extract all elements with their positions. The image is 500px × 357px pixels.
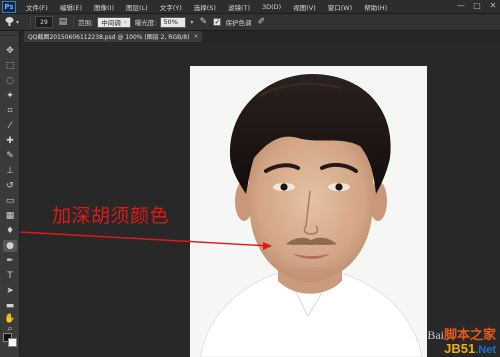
toolbox: ✥ ⬚ ◌ ✦ ⌗ ⁄ ✚ ✎ ⊥ ↺ ▭ ▦ ♦ ● ✒ T ➤ ▬ ✋ ⌕ bbox=[0, 31, 20, 357]
portrait-image bbox=[190, 66, 427, 357]
menu-window[interactable]: 窗口(W) bbox=[322, 2, 359, 12]
range-value: 中间调 bbox=[101, 19, 121, 27]
brush-size-picker[interactable]: 29 bbox=[35, 16, 53, 28]
site-tld: .Net bbox=[475, 344, 496, 356]
protect-tones-label: 保护色调 bbox=[225, 19, 252, 27]
blur-tool-icon[interactable]: ♦ bbox=[3, 225, 17, 237]
baidu-watermark: Bai bbox=[427, 328, 444, 342]
menu-3d[interactable]: 3D(D) bbox=[256, 3, 287, 11]
burn-tool-icon[interactable]: ● bbox=[3, 240, 17, 252]
chevron-down-icon[interactable]: ▾ bbox=[190, 19, 193, 26]
close-icon[interactable]: × bbox=[193, 33, 198, 40]
divider bbox=[30, 16, 31, 28]
menu-image[interactable]: 图像(I) bbox=[88, 2, 120, 12]
shape-tool-icon[interactable]: ▬ bbox=[3, 300, 17, 312]
site-watermark: Bai脚本之家 JB51.Net bbox=[427, 329, 496, 356]
annotation-label: 加深胡须颜色 bbox=[52, 205, 170, 227]
menu-filter[interactable]: 滤镜(T) bbox=[222, 2, 256, 12]
window-controls: — □ ✕ bbox=[456, 1, 498, 11]
protect-tones-checkbox[interactable]: ✓ bbox=[213, 18, 222, 26]
maximize-button[interactable]: □ bbox=[472, 1, 482, 11]
menu-edit[interactable]: 编辑(E) bbox=[54, 2, 88, 12]
menu-view[interactable]: 视图(V) bbox=[287, 2, 322, 12]
path-select-tool-icon[interactable]: ➤ bbox=[3, 285, 17, 297]
canvas-area[interactable] bbox=[20, 42, 500, 357]
brush-tool-icon[interactable]: ✎ bbox=[3, 150, 17, 162]
history-brush-tool-icon[interactable]: ↺ bbox=[3, 180, 17, 192]
tool-preset-picker[interactable]: ▾ bbox=[4, 16, 26, 28]
crop-tool-icon[interactable]: ⌗ bbox=[3, 105, 17, 117]
move-tool-icon[interactable]: ✥ bbox=[3, 45, 17, 57]
menu-file[interactable]: 文件(F) bbox=[20, 2, 54, 12]
menu-select[interactable]: 选择(S) bbox=[188, 2, 222, 12]
divider bbox=[73, 16, 74, 28]
document-tab-bar: QQ截图20150606112238.psd @ 100% (图层 2, RGB… bbox=[20, 31, 500, 42]
toolbox-grip[interactable] bbox=[0, 31, 19, 36]
eyedropper-tool-icon[interactable]: ⁄ bbox=[3, 120, 17, 132]
airbrush-icon[interactable]: ✎ bbox=[197, 16, 209, 28]
menu-type[interactable]: 文字(Y) bbox=[154, 2, 188, 12]
chevron-down-icon: ▾ bbox=[16, 18, 20, 26]
range-select[interactable]: 中间调 ▾ bbox=[97, 16, 131, 28]
site-domain: JB51 bbox=[444, 341, 476, 356]
healing-brush-tool-icon[interactable]: ✚ bbox=[3, 135, 17, 147]
exposure-input[interactable]: 50% bbox=[160, 16, 187, 28]
menu-bar: Ps 文件(F) 编辑(E) 图像(I) 图层(L) 文字(Y) 选择(S) 滤… bbox=[0, 0, 500, 14]
options-bar: ▾ 29 ▤ 范围: 中间调 ▾ 曝光度: 50% ▾ ✎ ✓ 保护色调 ✐ bbox=[0, 14, 500, 31]
eraser-tool-icon[interactable]: ▭ bbox=[3, 195, 17, 207]
menu-help[interactable]: 帮助(H) bbox=[358, 2, 393, 12]
clone-stamp-tool-icon[interactable]: ⊥ bbox=[3, 165, 17, 177]
quick-select-tool-icon[interactable]: ✦ bbox=[3, 90, 17, 102]
portrait-photo bbox=[190, 66, 427, 357]
lasso-tool-icon[interactable]: ◌ bbox=[3, 75, 17, 87]
burn-tool-icon bbox=[4, 16, 15, 29]
range-label: 范围: bbox=[78, 19, 94, 27]
close-button[interactable]: ✕ bbox=[488, 1, 498, 11]
menu-layer[interactable]: 图层(L) bbox=[120, 2, 154, 12]
exposure-label: 曝光度: bbox=[134, 19, 157, 27]
marquee-tool-icon[interactable]: ⬚ bbox=[3, 60, 17, 72]
photoshop-logo: Ps bbox=[2, 0, 16, 13]
document-tab[interactable]: QQ截图20150606112238.psd @ 100% (图层 2, RGB… bbox=[24, 31, 203, 42]
document-title: QQ截图20150606112238.psd @ 100% (图层 2, RGB… bbox=[28, 34, 190, 41]
gradient-tool-icon[interactable]: ▦ bbox=[3, 210, 17, 222]
background-color-swatch[interactable] bbox=[8, 338, 17, 347]
chevron-down-icon: ▾ bbox=[123, 18, 127, 26]
pen-tool-icon[interactable]: ✒ bbox=[3, 255, 17, 267]
pressure-icon[interactable]: ✐ bbox=[255, 16, 267, 28]
type-tool-icon[interactable]: T bbox=[3, 270, 17, 282]
brush-panel-icon[interactable]: ▤ bbox=[57, 16, 69, 28]
minimize-button[interactable]: — bbox=[456, 1, 466, 11]
